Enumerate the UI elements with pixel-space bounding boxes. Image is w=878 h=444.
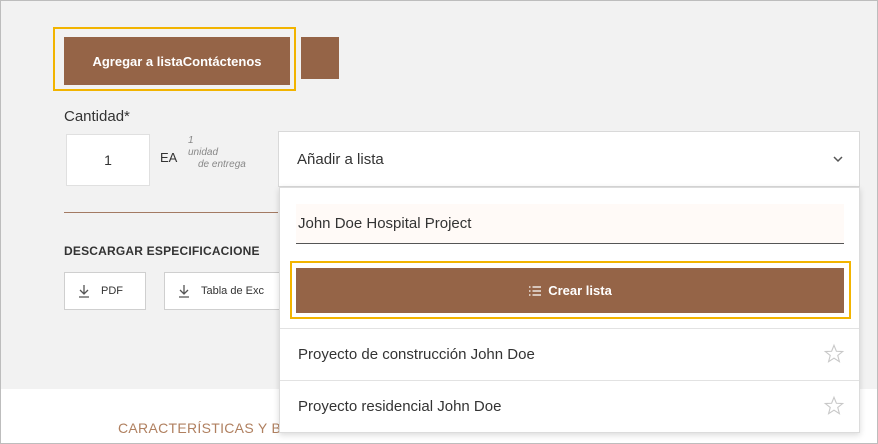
add-to-list-select[interactable]: Añadir a lista	[278, 131, 860, 187]
list-item-label: Proyecto de construcción John Doe	[298, 346, 535, 363]
download-icon	[179, 285, 189, 298]
quantity-input[interactable]: 1	[66, 134, 150, 186]
delivery-count: 1	[188, 135, 194, 146]
delivery-line-2: de entrega	[198, 159, 246, 170]
create-list-label: Crear lista	[548, 283, 612, 298]
unit-label: EA	[160, 150, 178, 165]
download-icon	[79, 285, 89, 298]
list-item-label: Proyecto residencial John Doe	[298, 398, 502, 415]
download-table-button[interactable]: Tabla de Exc	[164, 272, 284, 310]
new-list-area: John Doe Hospital Project	[280, 188, 859, 262]
delivery-unit-note: 1 unidad de entrega	[188, 135, 268, 171]
chevron-down-icon	[833, 156, 843, 163]
list-icon	[529, 285, 542, 296]
divider	[64, 212, 278, 213]
quantity-label: Cantidad*	[64, 108, 130, 125]
download-pdf-label: PDF	[101, 285, 123, 297]
add-to-list-button[interactable]: Agregar a listaContáctenos	[64, 37, 290, 85]
star-icon[interactable]	[823, 343, 845, 365]
new-list-name-input[interactable]: John Doe Hospital Project	[296, 204, 844, 244]
list-item[interactable]: Proyecto residencial John Doe	[280, 380, 859, 432]
secondary-action-button[interactable]	[301, 37, 339, 79]
downloads-heading: DESCARGAR ESPECIFICACIONE	[64, 244, 260, 258]
download-table-label: Tabla de Exc	[201, 285, 264, 297]
select-value: Añadir a lista	[297, 150, 384, 168]
download-pdf-button[interactable]: PDF	[64, 272, 146, 310]
delivery-line-1: unidad	[188, 147, 219, 158]
star-icon[interactable]	[823, 395, 845, 417]
tab-features[interactable]: CARACTERÍSTICAS Y B	[118, 420, 281, 436]
create-list-button[interactable]: Crear lista	[296, 268, 844, 313]
list-item[interactable]: Proyecto de construcción John Doe	[280, 328, 859, 380]
